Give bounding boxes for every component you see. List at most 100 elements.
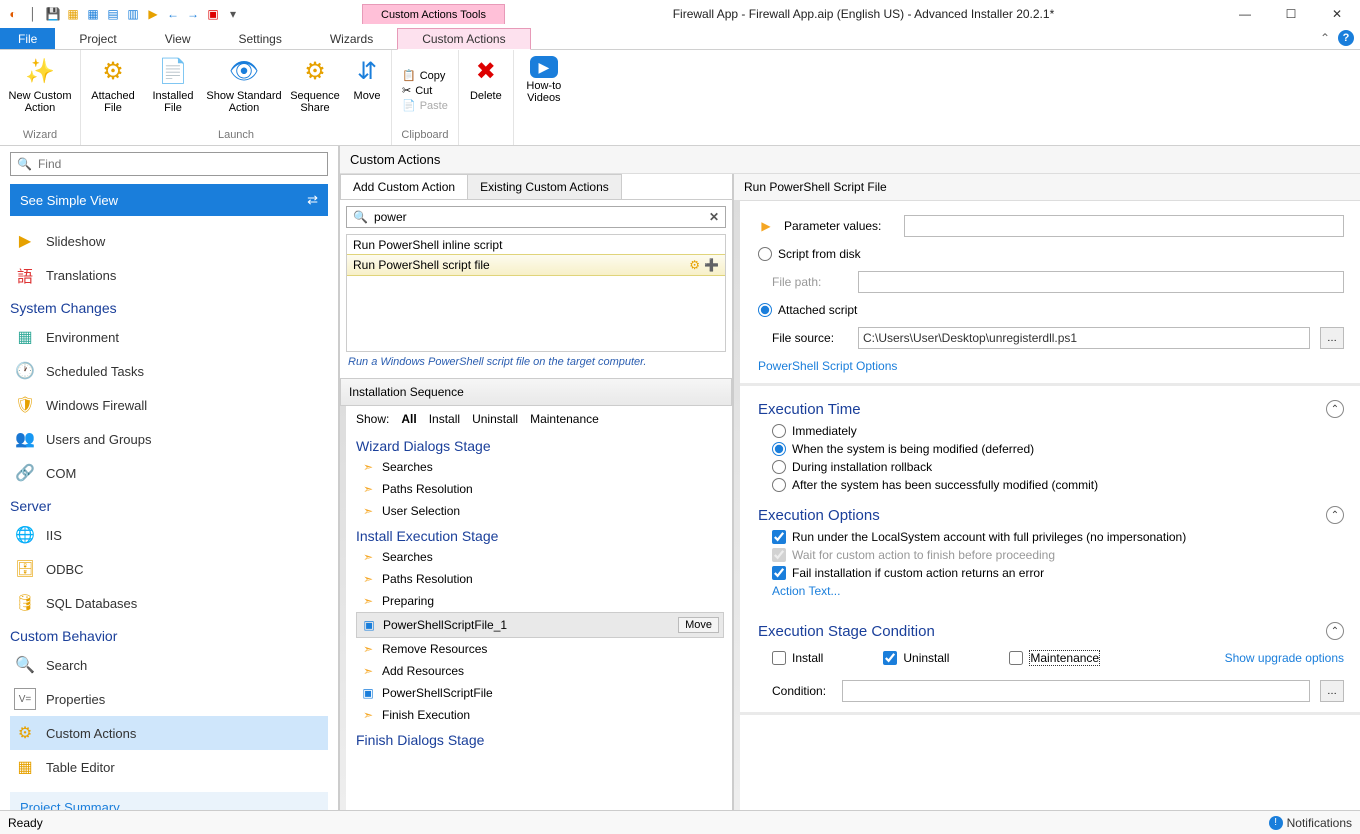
nav-sql[interactable]: 🛢SQL Databases <box>10 586 328 620</box>
move-button[interactable]: ⇵Move <box>347 52 387 129</box>
ps-script-options-link[interactable]: PowerShell Script Options <box>758 359 1344 373</box>
qat-play-icon[interactable]: ▶ <box>144 5 162 23</box>
inst-add-resources[interactable]: ➣Add Resources <box>356 660 724 682</box>
ca-search-input[interactable] <box>374 210 709 224</box>
collapse-exec-options[interactable]: ⌃ <box>1326 506 1344 524</box>
attached-file-button[interactable]: ⚙︎Attached File <box>85 52 141 129</box>
installed-file-button[interactable]: 📄Installed File <box>145 52 201 129</box>
qat-page-icon[interactable]: ▤ <box>104 5 122 23</box>
new-custom-action-button[interactable]: ✨ New Custom Action <box>4 52 76 129</box>
move-item-button[interactable]: Move <box>678 617 719 633</box>
nav-com[interactable]: 🔗COM <box>10 456 328 490</box>
collapse-exec-time[interactable]: ⌃ <box>1326 400 1344 418</box>
add-ca-plus-icon[interactable]: ➕ <box>704 258 719 272</box>
condition-input[interactable] <box>842 680 1310 702</box>
radio-immediately[interactable] <box>772 424 786 438</box>
nav-slideshow[interactable]: ▶Slideshow <box>10 224 328 258</box>
minimize-button[interactable]: — <box>1222 0 1268 28</box>
nav-odbc[interactable]: 🗄ODBC <box>10 552 328 586</box>
clear-search-icon[interactable]: ✕ <box>709 210 719 224</box>
chk-install[interactable] <box>772 651 786 665</box>
inst-remove-resources[interactable]: ➣Remove Resources <box>356 638 724 660</box>
qat-badge-icon[interactable]: ▣ <box>204 5 222 23</box>
qat-run-icon[interactable]: ▥ <box>124 5 142 23</box>
tab-file[interactable]: File <box>0 28 55 49</box>
radio-commit[interactable] <box>772 478 786 492</box>
file-source-input[interactable] <box>858 327 1310 349</box>
nav-users-groups[interactable]: 👥Users and Groups <box>10 422 328 456</box>
qat-dropdown-icon[interactable]: ▾ <box>224 5 242 23</box>
tab-add-custom-action[interactable]: Add Custom Action <box>340 174 468 199</box>
ca-search-box[interactable]: 🔍 ✕ <box>346 206 726 228</box>
howto-videos-button[interactable]: ▶How-to Videos <box>518 52 570 129</box>
qat-forward-icon[interactable]: → <box>184 5 202 23</box>
chk-localsystem[interactable] <box>772 530 786 544</box>
show-upgrade-options-link[interactable]: Show upgrade options <box>1225 651 1344 665</box>
wiz-paths[interactable]: ➣Paths Resolution <box>356 478 724 500</box>
paste-button[interactable]: 📄Paste <box>402 99 448 112</box>
radio-rollback[interactable] <box>772 460 786 474</box>
project-summary-button[interactable]: Project Summary <box>10 792 328 810</box>
nav-iis[interactable]: 🌐IIS <box>10 518 328 552</box>
copy-button[interactable]: 📋Copy <box>402 69 448 82</box>
add-ca-gear-icon[interactable]: ⚙ <box>689 258 700 272</box>
sequence-share-button[interactable]: ⚙Sequence Share <box>287 52 343 129</box>
result-script-file[interactable]: Run PowerShell script file ⚙ ➕ <box>346 254 726 276</box>
nav-table-editor[interactable]: ▦Table Editor <box>10 750 328 784</box>
browse-file-button[interactable]: … <box>1320 327 1344 349</box>
radio-attached-script[interactable] <box>758 303 772 317</box>
details-scrollbar[interactable] <box>734 201 740 810</box>
show-maintenance[interactable]: Maintenance <box>530 412 599 426</box>
chk-fail[interactable] <box>772 566 786 580</box>
inst-searches[interactable]: ➣Searches <box>356 546 724 568</box>
chk-maintenance[interactable] <box>1009 651 1023 665</box>
file-path-input[interactable] <box>858 271 1344 293</box>
show-standard-action-button[interactable]: 👁Show Standard Action <box>205 52 283 129</box>
nav-scheduled-tasks[interactable]: 🕐Scheduled Tasks <box>10 354 328 388</box>
qat-back-icon[interactable]: ← <box>164 5 182 23</box>
inst-preparing[interactable]: ➣Preparing <box>356 590 724 612</box>
close-button[interactable]: ✕ <box>1314 0 1360 28</box>
sequence-scrollbar[interactable] <box>340 406 346 810</box>
find-input[interactable] <box>38 157 321 171</box>
tab-custom-actions[interactable]: Custom Actions <box>397 28 530 50</box>
maximize-button[interactable]: ☐ <box>1268 0 1314 28</box>
simple-view-button[interactable]: See Simple View⇄ <box>10 184 328 216</box>
qat-grid-minus-icon[interactable]: ▦ <box>84 5 102 23</box>
qat-logo-icon[interactable]: ◐ <box>4 5 22 23</box>
qat-save-icon[interactable]: 💾 <box>44 5 62 23</box>
param-values-input[interactable] <box>904 215 1344 237</box>
nav-custom-actions[interactable]: ⚙Custom Actions <box>10 716 328 750</box>
radio-script-from-disk[interactable] <box>758 247 772 261</box>
nav-search[interactable]: 🔍Search <box>10 648 328 682</box>
inst-finish-execution[interactable]: ➣Finish Execution <box>356 704 724 726</box>
cut-button[interactable]: ✂Cut <box>402 84 448 97</box>
tab-settings[interactable]: Settings <box>215 28 306 49</box>
find-box[interactable]: 🔍 <box>10 152 328 176</box>
tab-existing-custom-actions[interactable]: Existing Custom Actions <box>467 174 622 199</box>
show-install[interactable]: Install <box>429 412 460 426</box>
nav-translations[interactable]: 語Translations <box>10 258 328 292</box>
nav-properties[interactable]: V=Properties <box>10 682 328 716</box>
radio-deferred[interactable] <box>772 442 786 456</box>
wiz-user-selection[interactable]: ➣User Selection <box>356 500 724 522</box>
collapse-exec-stage[interactable]: ⌃ <box>1326 622 1344 640</box>
wiz-searches[interactable]: ➣Searches <box>356 456 724 478</box>
tab-view[interactable]: View <box>141 28 215 49</box>
condition-browse-button[interactable]: … <box>1320 680 1344 702</box>
help-icon[interactable]: ? <box>1338 30 1354 46</box>
result-inline-script[interactable]: Run PowerShell inline script <box>347 235 725 255</box>
tab-project[interactable]: Project <box>55 28 140 49</box>
delete-button[interactable]: ✖Delete <box>463 52 509 129</box>
inst-psscriptfile1[interactable]: ▣PowerShellScriptFile_1Move <box>356 612 724 638</box>
inst-psscriptfile[interactable]: ▣PowerShellScriptFile <box>356 682 724 704</box>
collapse-ribbon-icon[interactable]: ⌃ <box>1320 31 1330 45</box>
nav-windows-firewall[interactable]: 🛡Windows Firewall <box>10 388 328 422</box>
tab-wizards[interactable]: Wizards <box>306 28 397 49</box>
action-text-link[interactable]: Action Text... <box>772 584 1344 598</box>
inst-paths[interactable]: ➣Paths Resolution <box>356 568 724 590</box>
show-uninstall[interactable]: Uninstall <box>472 412 518 426</box>
show-all[interactable]: All <box>401 412 416 426</box>
notifications-button[interactable]: ! Notifications <box>1269 816 1352 830</box>
chk-uninstall[interactable] <box>883 651 897 665</box>
